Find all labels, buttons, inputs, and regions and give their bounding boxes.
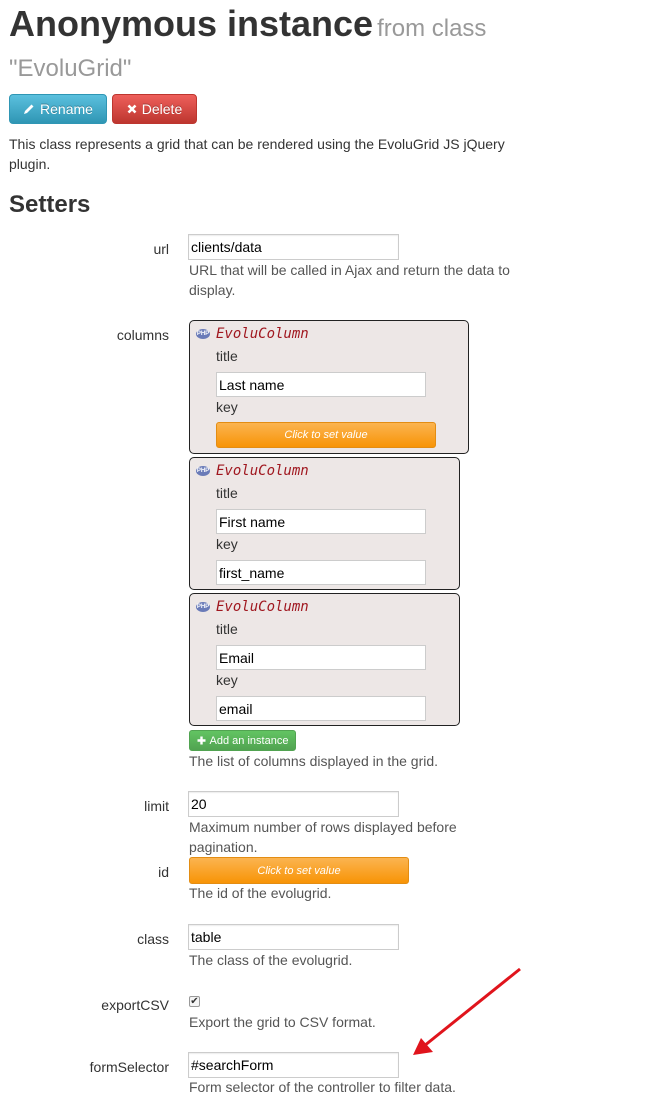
class-input[interactable]: table bbox=[188, 924, 399, 950]
php-class-icon: PHP bbox=[196, 466, 210, 476]
close-icon bbox=[127, 104, 137, 114]
php-class-icon: PHP bbox=[196, 602, 210, 612]
pencil-icon bbox=[24, 104, 34, 114]
limit-input[interactable]: 20 bbox=[188, 791, 399, 817]
key-input[interactable]: email bbox=[216, 696, 426, 721]
delete-button[interactable]: Delete bbox=[112, 94, 197, 124]
add-instance-button[interactable]: Add an instance bbox=[189, 730, 296, 751]
class-description: This class represents a grid that can be… bbox=[9, 136, 505, 172]
url-help: URL that will be called in Ajax and retu… bbox=[189, 262, 510, 298]
id-help: The id of the evolugrid. bbox=[189, 885, 332, 901]
key-set-value-button[interactable]: Click to set value bbox=[216, 422, 436, 448]
class-label: class bbox=[137, 931, 169, 947]
formselector-help: Form selector of the controller to filte… bbox=[189, 1079, 456, 1095]
plus-icon bbox=[197, 736, 206, 745]
formselector-input[interactable]: #searchForm bbox=[188, 1052, 399, 1078]
setters-heading: Setters bbox=[9, 191, 91, 218]
column-instance: PHP EvoluColumn title Last name key Clic… bbox=[189, 320, 469, 454]
columns-help: The list of columns displayed in the gri… bbox=[189, 753, 439, 769]
limit-label: limit bbox=[144, 798, 169, 814]
title-input[interactable]: First name bbox=[216, 509, 426, 534]
key-label: key bbox=[216, 399, 238, 415]
title-input[interactable]: Email bbox=[216, 645, 426, 670]
page-title: Anonymous instance from class bbox=[9, 3, 487, 44]
exportcsv-checkbox[interactable]: ✔ bbox=[189, 996, 200, 1007]
id-label: id bbox=[158, 864, 169, 880]
title-suffix: from class bbox=[377, 15, 487, 42]
url-input[interactable]: clients/data bbox=[188, 234, 399, 260]
key-label: key bbox=[216, 536, 238, 552]
id-set-value-button[interactable]: Click to set value bbox=[189, 857, 409, 884]
title-label: title bbox=[216, 348, 238, 364]
key-input[interactable]: first_name bbox=[216, 560, 426, 585]
instance-class-name: EvoluColumn bbox=[216, 463, 309, 479]
class-name: "EvoluGrid" bbox=[9, 55, 132, 82]
columns-label: columns bbox=[116, 327, 169, 343]
limit-help: Maximum number of rows displayed before … bbox=[189, 819, 457, 855]
php-class-icon: PHP bbox=[196, 329, 210, 339]
formselector-label: formSelector bbox=[89, 1059, 169, 1075]
annotation-arrow-icon bbox=[413, 967, 521, 1055]
url-label: url bbox=[153, 241, 169, 257]
title-label: title bbox=[216, 621, 238, 637]
rename-button[interactable]: Rename bbox=[9, 94, 107, 124]
key-label: key bbox=[216, 672, 238, 688]
title-input[interactable]: Last name bbox=[216, 372, 426, 397]
exportcsv-label: exportCSV bbox=[101, 997, 169, 1013]
instance-class-name: EvoluColumn bbox=[216, 326, 309, 342]
title-label: title bbox=[216, 485, 238, 501]
column-instance: PHP EvoluColumn title Email key email bbox=[189, 593, 460, 726]
instance-class-name: EvoluColumn bbox=[216, 599, 309, 615]
column-instance: PHP EvoluColumn title First name key fir… bbox=[189, 457, 460, 590]
